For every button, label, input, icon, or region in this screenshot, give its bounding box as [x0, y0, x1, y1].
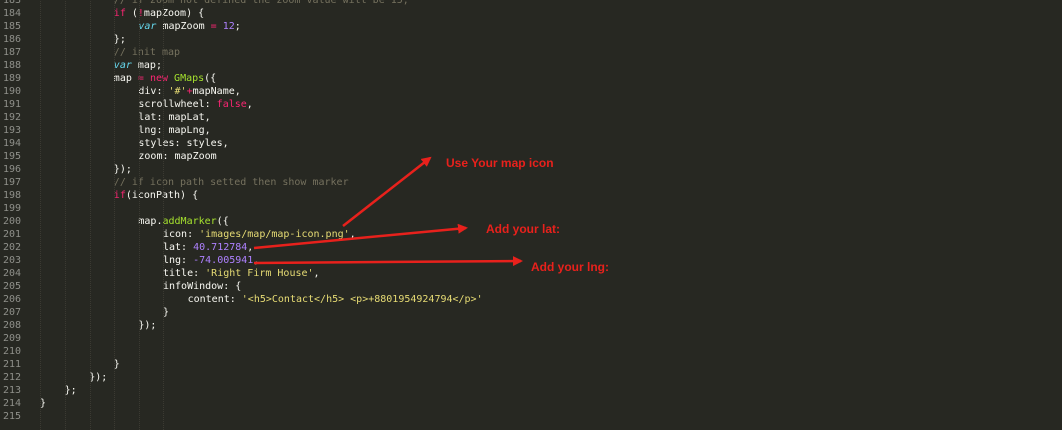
- arrow-lng: [253, 256, 523, 267]
- annotation-arrows: [253, 156, 523, 267]
- annotation-map-icon: Use Your map icon: [446, 156, 554, 170]
- annotation-lng: Add your lng:: [531, 260, 609, 274]
- arrow-lat: [253, 223, 468, 250]
- arrow-icon-path: [342, 156, 432, 227]
- annotation-lat: Add your lat:: [486, 222, 560, 236]
